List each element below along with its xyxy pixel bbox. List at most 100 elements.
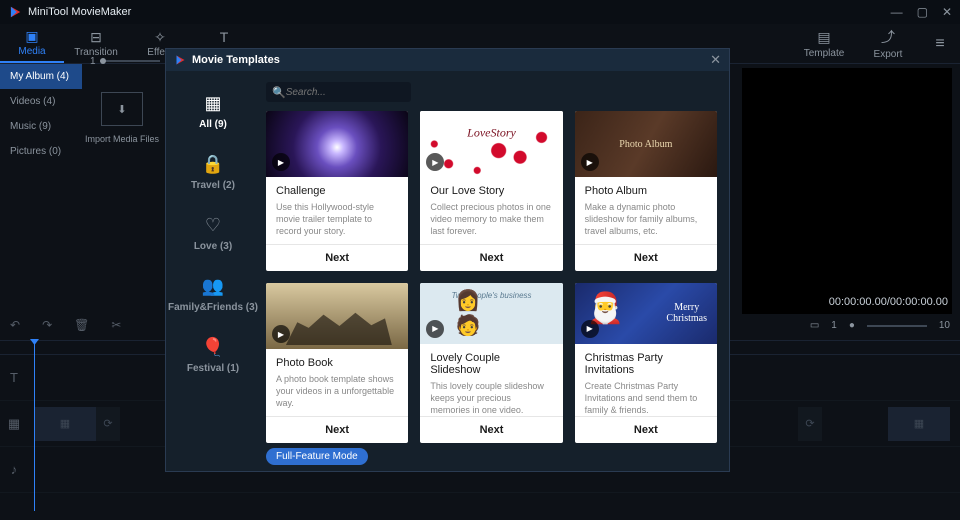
movie-templates-dialog: Movie Templates ✕ ▦ All (9) 🔒 Travel (2)… <box>165 48 730 472</box>
template-grid: ▶ Challenge Use this Hollywood-style mov… <box>266 105 721 449</box>
link-clip-button[interactable]: ⟳ <box>798 407 822 441</box>
video-clip-slot[interactable]: ▦ <box>34 407 96 441</box>
delete-button[interactable]: 🗑 <box>74 318 89 332</box>
close-window-button[interactable]: ✕ <box>942 5 952 19</box>
template-title: Christmas Party Invitations <box>575 344 717 380</box>
template-label: Template <box>804 48 845 59</box>
menu-button[interactable]: ≡ <box>920 35 960 53</box>
scale-max: 10 <box>939 320 950 331</box>
category-all-label: All (9) <box>199 119 227 130</box>
template-thumbnail[interactable]: ▶ <box>575 111 717 177</box>
import-label: Import Media Files <box>85 134 159 144</box>
search-icon: 🔍 <box>272 86 286 99</box>
play-icon[interactable]: ▶ <box>272 325 290 343</box>
preview-controls: ▭ 1 ● 10 <box>810 320 950 331</box>
category-love[interactable]: ♡ Love (3) <box>166 211 260 256</box>
next-button[interactable]: Next <box>420 416 562 443</box>
play-icon[interactable]: ▶ <box>272 153 290 171</box>
play-icon[interactable]: ▶ <box>581 320 599 338</box>
template-card-christmas: ▶ Christmas Party Invitations Create Chr… <box>575 283 717 443</box>
app-title: MiniTool MovieMaker <box>28 6 891 18</box>
aspect-icon[interactable]: ▭ <box>810 320 819 331</box>
category-travel-label: Travel (2) <box>191 180 235 191</box>
sidebar-item-myalbum[interactable]: My Album (4) <box>0 64 82 89</box>
redo-button[interactable]: ↷ <box>42 318 52 332</box>
category-all[interactable]: ▦ All (9) <box>166 89 260 134</box>
category-festival[interactable]: 🎈 Festival (1) <box>166 333 260 378</box>
template-button[interactable]: ▤ Template <box>792 29 856 59</box>
undo-button[interactable]: ↶ <box>10 318 20 332</box>
category-love-label: Love (3) <box>194 241 232 252</box>
export-button[interactable]: ⤴ Export <box>856 27 920 60</box>
template-thumbnail[interactable]: ▶ <box>266 111 408 177</box>
transition-icon: ⊟ <box>90 29 102 45</box>
template-category-list: ▦ All (9) 🔒 Travel (2) ♡ Love (3) 👥 Fami… <box>166 71 260 471</box>
zoom-value: 1 <box>90 56 96 67</box>
template-card-photoalbum: ▶ Photo Album Make a dynamic photo slide… <box>575 111 717 271</box>
template-thumbnail[interactable]: ▶ <box>575 283 717 344</box>
audio-track-icon: ♪ <box>0 462 28 477</box>
sidebar-item-music[interactable]: Music (9) <box>0 114 82 139</box>
sidebar-item-pictures[interactable]: Pictures (0) <box>0 139 82 164</box>
export-icon: ⤴ <box>881 27 895 47</box>
category-family[interactable]: 👥 Family&Friends (3) <box>166 272 260 317</box>
play-icon[interactable]: ▶ <box>426 153 444 171</box>
template-title: Lovely Couple Slideshow <box>420 344 562 380</box>
tab-media-label: Media <box>18 46 45 57</box>
template-thumbnail[interactable]: ▶ <box>266 283 408 349</box>
template-card-lovestory: ▶ Our Love Story Collect precious photos… <box>420 111 562 271</box>
add-clip-button[interactable]: ⟳ <box>96 407 120 441</box>
template-title: Photo Album <box>575 177 717 201</box>
maximize-button[interactable]: ▢ <box>917 5 928 19</box>
tab-media[interactable]: ▣ Media <box>0 24 64 63</box>
full-feature-mode-button[interactable]: Full-Feature Mode <box>266 448 368 465</box>
category-festival-label: Festival (1) <box>187 363 239 374</box>
zoom-track[interactable] <box>867 325 927 327</box>
app-logo-icon <box>8 5 22 19</box>
template-thumbnail[interactable]: ▶ <box>420 111 562 177</box>
template-desc: Create Christmas Party Invitations and s… <box>575 380 717 416</box>
next-button[interactable]: Next <box>420 244 562 271</box>
template-desc: Use this Hollywood-style movie trailer t… <box>266 201 408 244</box>
dialog-header: Movie Templates ✕ <box>166 49 729 71</box>
people-icon: 👥 <box>202 276 224 298</box>
scale-min: 1 <box>831 320 837 331</box>
video-clip-slot-end[interactable]: ▦ <box>888 407 950 441</box>
text-track-icon: T <box>0 370 28 385</box>
thumbnail-zoom-slider[interactable]: 1 <box>90 54 160 68</box>
dialog-title: Movie Templates <box>192 54 710 66</box>
video-track-icon: ▦ <box>0 416 28 432</box>
next-button[interactable]: Next <box>266 244 408 271</box>
preview-pane[interactable] <box>742 68 952 314</box>
timecode-display: 00:00:00.00/00:00:00.00 <box>829 296 948 308</box>
category-travel[interactable]: 🔒 Travel (2) <box>166 150 260 195</box>
template-card-photobook: ▶ Photo Book A photo book template shows… <box>266 283 408 443</box>
edit-history-bar: ↶ ↷ 🗑 ✂ <box>10 318 121 332</box>
lock-icon: 🔒 <box>202 154 224 176</box>
next-button[interactable]: Next <box>266 416 408 443</box>
play-icon[interactable]: ▶ <box>426 320 444 338</box>
playhead[interactable] <box>34 341 35 511</box>
balloon-icon: 🎈 <box>202 337 224 359</box>
template-icon: ▤ <box>817 29 830 46</box>
search-box: 🔍 <box>266 82 411 102</box>
media-library-sidebar: My Album (4) Videos (4) Music (9) Pictur… <box>0 64 82 314</box>
template-title: Challenge <box>266 177 408 201</box>
sidebar-item-videos[interactable]: Videos (4) <box>0 89 82 114</box>
minimize-button[interactable]: — <box>891 5 903 19</box>
template-card-couple: ▶ Lovely Couple Slideshow This lovely co… <box>420 283 562 443</box>
play-icon[interactable]: ▶ <box>581 153 599 171</box>
media-icon: ▣ <box>25 28 38 44</box>
cut-button[interactable]: ✂ <box>111 318 121 332</box>
export-label: Export <box>874 49 903 60</box>
text-icon: T <box>220 29 229 45</box>
template-thumbnail[interactable]: ▶ <box>420 283 562 344</box>
next-button[interactable]: Next <box>575 244 717 271</box>
import-media-button[interactable]: ⬇ <box>101 92 143 126</box>
grid-icon: ▦ <box>204 93 221 115</box>
next-button[interactable]: Next <box>575 416 717 443</box>
dialog-close-button[interactable]: ✕ <box>710 52 721 68</box>
template-card-challenge: ▶ Challenge Use this Hollywood-style mov… <box>266 111 408 271</box>
titlebar: MiniTool MovieMaker — ▢ ✕ <box>0 0 960 24</box>
search-input[interactable] <box>286 87 405 98</box>
